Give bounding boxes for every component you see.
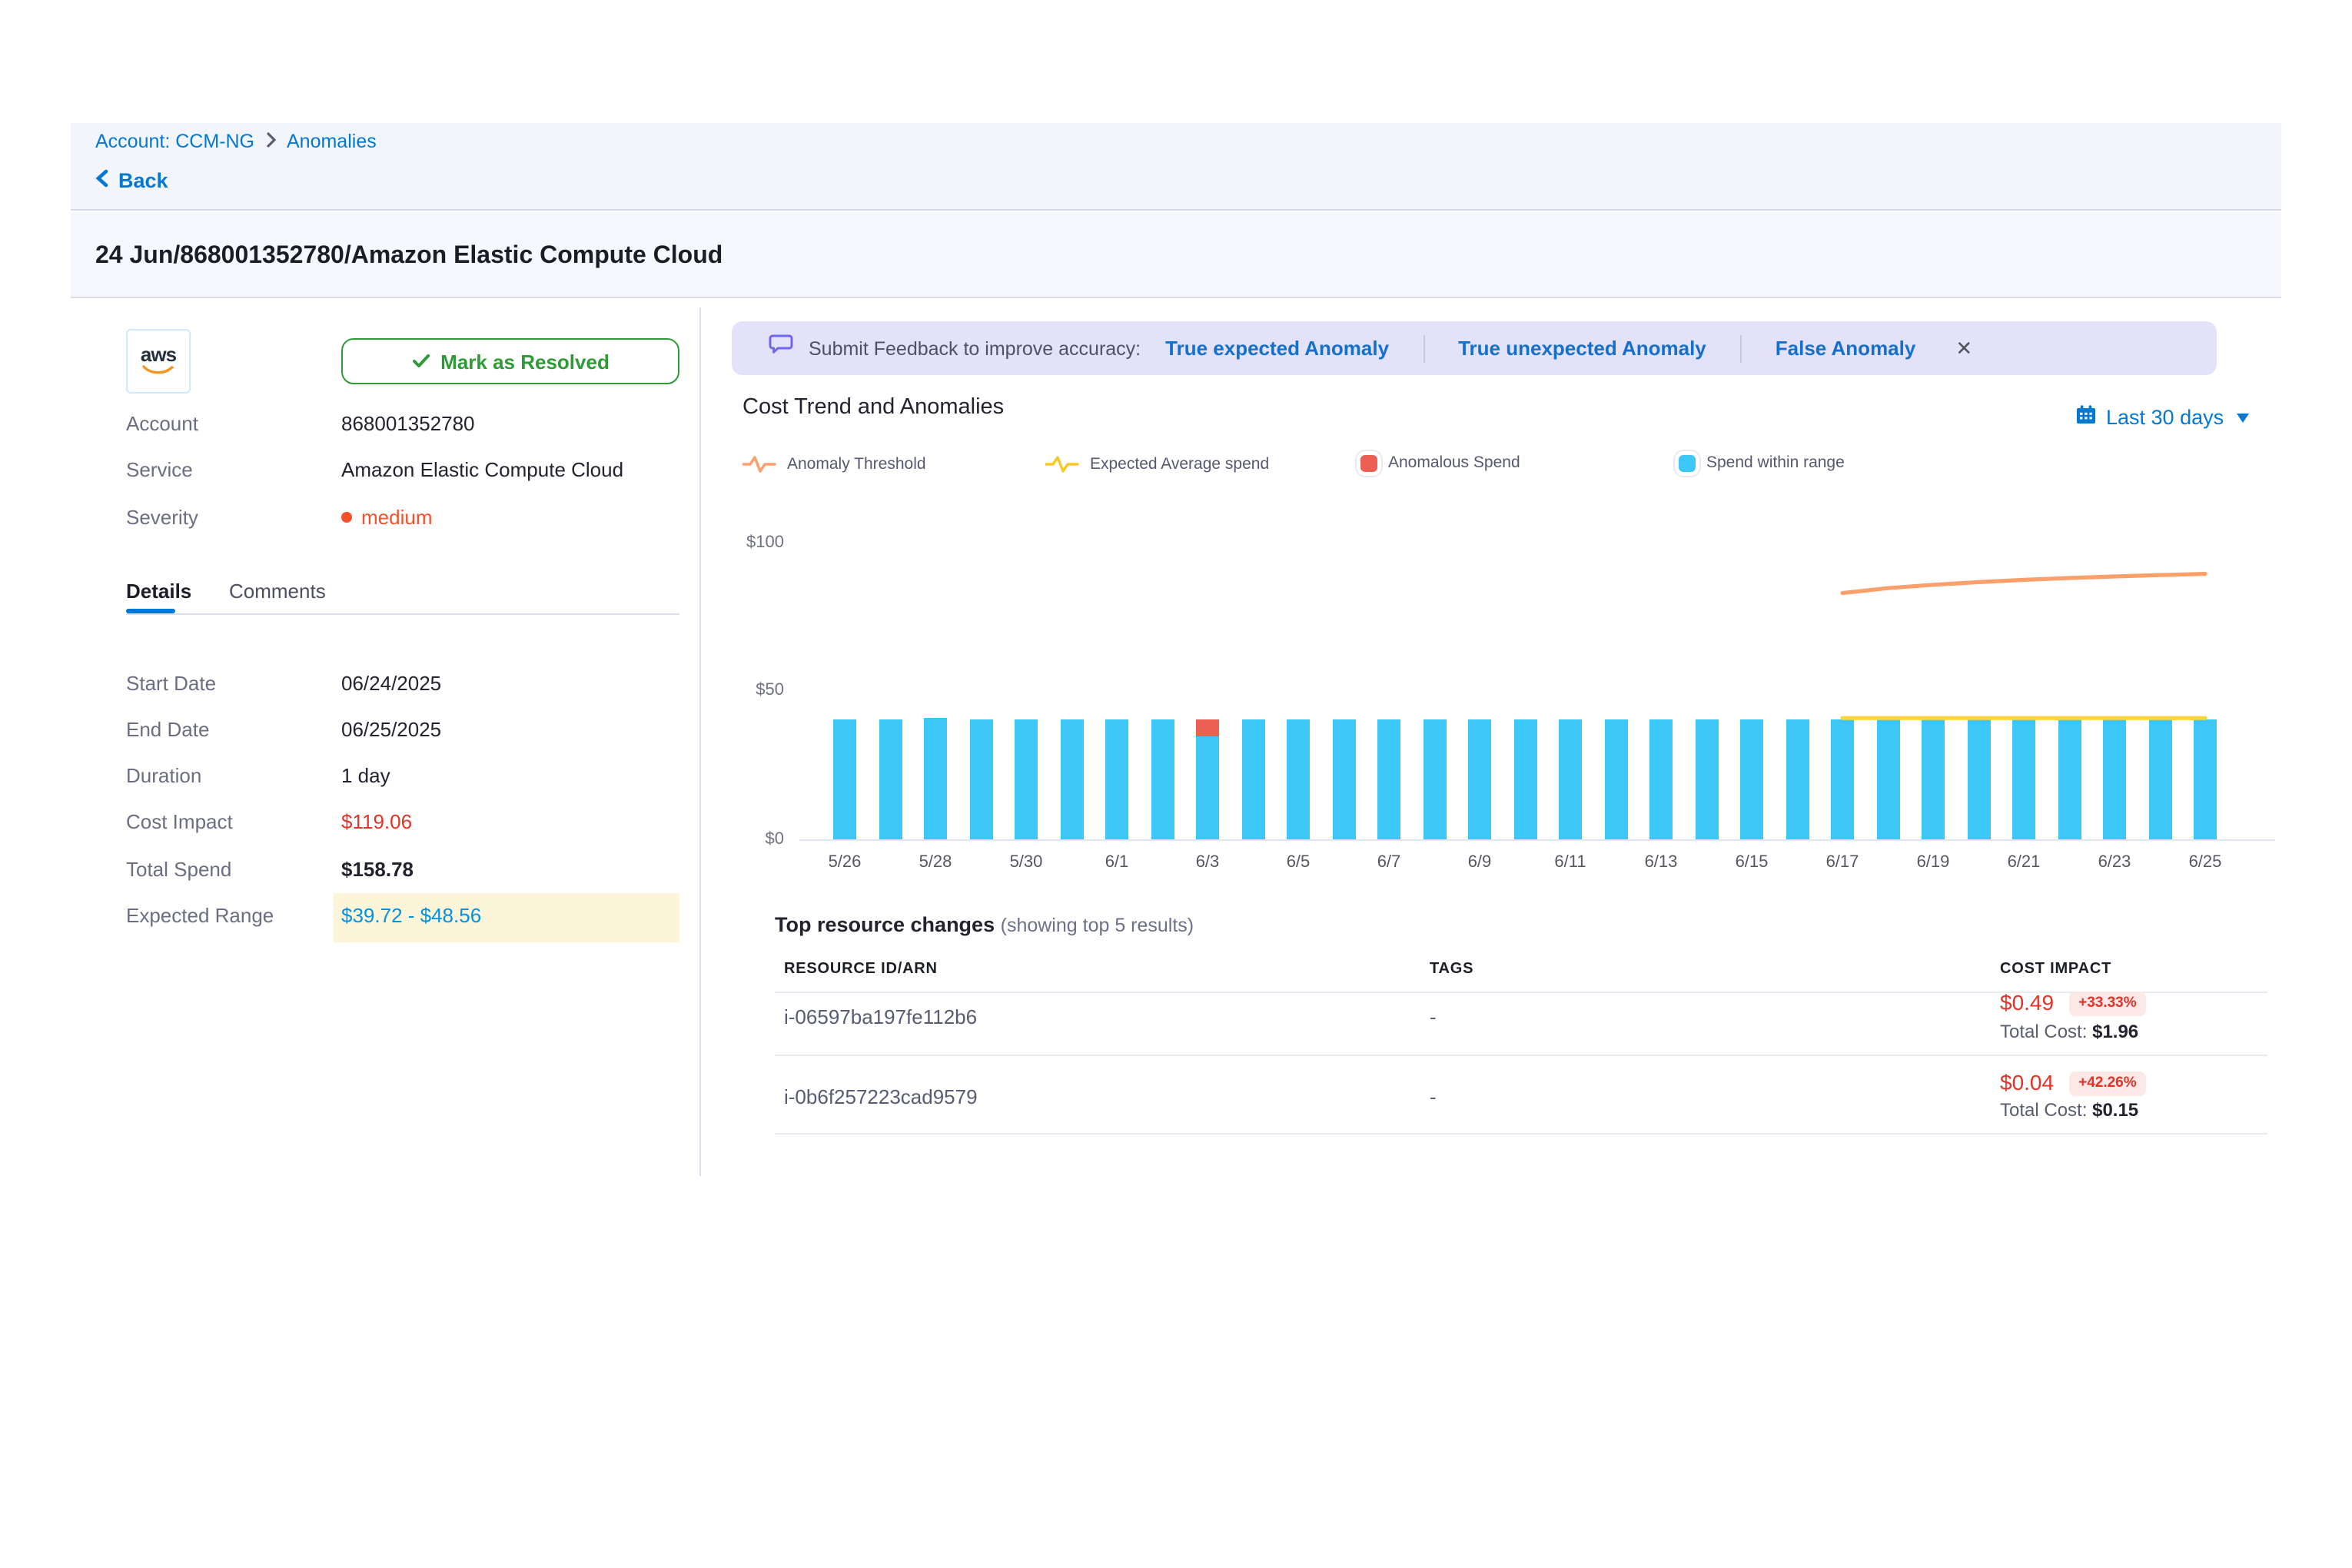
detail-row-expected-range: Expected Range $39.72 - $48.56 bbox=[126, 904, 481, 927]
x-tick-6/3: 6/3 bbox=[1174, 853, 1241, 872]
blue-square-icon bbox=[1679, 454, 1696, 471]
resource-id: i-0b6f257223cad9579 bbox=[784, 1085, 978, 1108]
feedback-separator bbox=[1423, 334, 1424, 362]
close-icon[interactable]: ✕ bbox=[1955, 336, 1972, 360]
speech-bubble-icon bbox=[769, 334, 793, 363]
service-value: Amazon Elastic Compute Cloud bbox=[341, 458, 623, 481]
account-field: Account 868001352780 bbox=[126, 412, 475, 435]
severity-label: Severity bbox=[126, 506, 341, 529]
check-icon bbox=[411, 350, 430, 373]
tab-comments[interactable]: Comments bbox=[229, 580, 326, 603]
x-tick-6/11: 6/11 bbox=[1536, 853, 1604, 872]
x-tick-5/26: 5/26 bbox=[811, 853, 879, 872]
detail-row-total-spend: Total Spend $158.78 bbox=[126, 858, 414, 881]
x-tick-6/23: 6/23 bbox=[2081, 853, 2148, 872]
detail-row-cost-impact: Cost Impact $119.06 bbox=[126, 810, 412, 833]
chart-title: Cost Trend and Anomalies bbox=[742, 395, 1004, 420]
feedback-prompt: Submit Feedback to improve accuracy: bbox=[809, 337, 1141, 359]
panel-divider bbox=[699, 307, 701, 1176]
severity-value: medium bbox=[341, 506, 433, 529]
pulse-line-icon bbox=[1045, 453, 1079, 475]
resource-cost-impact: $0.49+33.33% bbox=[2000, 990, 2146, 1015]
service-label: Service bbox=[126, 458, 341, 481]
severity-dot-icon bbox=[341, 512, 352, 523]
back-button[interactable]: Back bbox=[95, 169, 168, 192]
breadcrumb: Account: CCM-NG Anomalies bbox=[95, 131, 377, 152]
lines-layer bbox=[799, 527, 2275, 841]
detail-row: Start Date 06/24/2025 bbox=[126, 672, 441, 695]
x-tick-6/5: 6/5 bbox=[1264, 853, 1332, 872]
y-tick-100: $100 bbox=[716, 533, 784, 552]
column-header-tags: TAGS bbox=[1430, 961, 1473, 978]
column-header-cost-impact: COST IMPACT bbox=[2000, 961, 2111, 978]
x-tick-6/1: 6/1 bbox=[1083, 853, 1151, 872]
account-value: 868001352780 bbox=[341, 412, 475, 435]
resource-total-cost: Total Cost: $1.96 bbox=[2000, 1021, 2138, 1042]
x-tick-6/7: 6/7 bbox=[1355, 853, 1423, 872]
pulse-line-icon bbox=[742, 453, 776, 475]
x-tick-6/15: 6/15 bbox=[1718, 853, 1786, 872]
tab-details[interactable]: Details bbox=[126, 580, 191, 603]
breadcrumb-account-link[interactable]: Account: CCM-NG bbox=[95, 131, 254, 152]
resources-subtitle: (showing top 5 results) bbox=[1001, 915, 1194, 936]
resource-cost-impact: $0.04+42.26% bbox=[2000, 1070, 2146, 1095]
detail-row: Duration 1 day bbox=[126, 764, 390, 787]
feedback-false-anomaly[interactable]: False Anomaly bbox=[1776, 337, 1916, 360]
feedback-true-unexpected[interactable]: True unexpected Anomaly bbox=[1458, 337, 1706, 360]
feedback-separator bbox=[1740, 334, 1742, 362]
aws-logo: aws bbox=[126, 329, 191, 394]
resource-tags: - bbox=[1430, 1005, 1437, 1028]
anomaly-threshold-line bbox=[1842, 574, 2205, 593]
y-tick-50: $50 bbox=[716, 681, 784, 699]
chevron-left-icon bbox=[95, 169, 109, 192]
resource-total-cost: Total Cost: $0.15 bbox=[2000, 1099, 2138, 1121]
detail-row: End Date 06/25/2025 bbox=[126, 718, 441, 741]
page-title: 24 Jun/868001352780/Amazon Elastic Compu… bbox=[95, 243, 723, 271]
tab-divider bbox=[126, 613, 679, 614]
chevron-right-icon bbox=[265, 131, 276, 152]
x-tick-6/13: 6/13 bbox=[1627, 853, 1695, 872]
table-divider bbox=[775, 1133, 2267, 1134]
date-range-selector[interactable]: Last 30 days bbox=[2075, 404, 2248, 430]
y-tick-0: $0 bbox=[716, 830, 784, 849]
x-tick-6/25: 6/25 bbox=[2171, 853, 2239, 872]
calendar-icon bbox=[2075, 404, 2097, 430]
account-label: Account bbox=[126, 412, 341, 435]
column-header-resource: RESOURCE ID/ARN bbox=[784, 961, 938, 978]
x-tick-6/21: 6/21 bbox=[1990, 853, 2058, 872]
legend-anomalous-spend: Anomalous Spend bbox=[1360, 453, 1520, 472]
x-tick-5/30: 5/30 bbox=[992, 853, 1060, 872]
resources-section-title: Top resource changes (showing top 5 resu… bbox=[775, 913, 1194, 936]
anomaly-detail-page: Account: CCM-NG Anomalies Back 24 Jun/86… bbox=[0, 0, 2352, 1568]
service-field: Service Amazon Elastic Compute Cloud bbox=[126, 458, 623, 481]
chevron-down-icon bbox=[2236, 413, 2248, 422]
resource-id: i-06597ba197fe112b6 bbox=[784, 1005, 977, 1028]
x-tick-5/28: 5/28 bbox=[902, 853, 969, 872]
legend-expected-average: Expected Average spend bbox=[1045, 453, 1269, 475]
legend-spend-within-range: Spend within range bbox=[1679, 453, 1845, 472]
x-tick-6/19: 6/19 bbox=[1899, 853, 1967, 872]
percent-badge: +42.26% bbox=[2069, 1071, 2146, 1095]
aws-smile-icon bbox=[141, 364, 175, 377]
red-square-icon bbox=[1360, 454, 1377, 471]
severity-field: Severity medium bbox=[126, 506, 433, 529]
table-divider bbox=[775, 1055, 2267, 1056]
feedback-true-expected[interactable]: True expected Anomaly bbox=[1165, 337, 1389, 360]
legend-anomaly-threshold: Anomaly Threshold bbox=[742, 453, 926, 475]
breadcrumb-anomalies-link[interactable]: Anomalies bbox=[287, 131, 377, 152]
x-tick-6/17: 6/17 bbox=[1809, 853, 1876, 872]
x-tick-6/9: 6/9 bbox=[1446, 853, 1513, 872]
percent-badge: +33.33% bbox=[2069, 991, 2146, 1015]
cost-trend-chart bbox=[799, 527, 2275, 841]
mark-as-resolved-button[interactable]: Mark as Resolved bbox=[341, 338, 679, 384]
feedback-bar: Submit Feedback to improve accuracy: Tru… bbox=[732, 321, 2217, 375]
resource-tags: - bbox=[1430, 1085, 1437, 1108]
breadcrumb-band bbox=[71, 123, 2281, 211]
